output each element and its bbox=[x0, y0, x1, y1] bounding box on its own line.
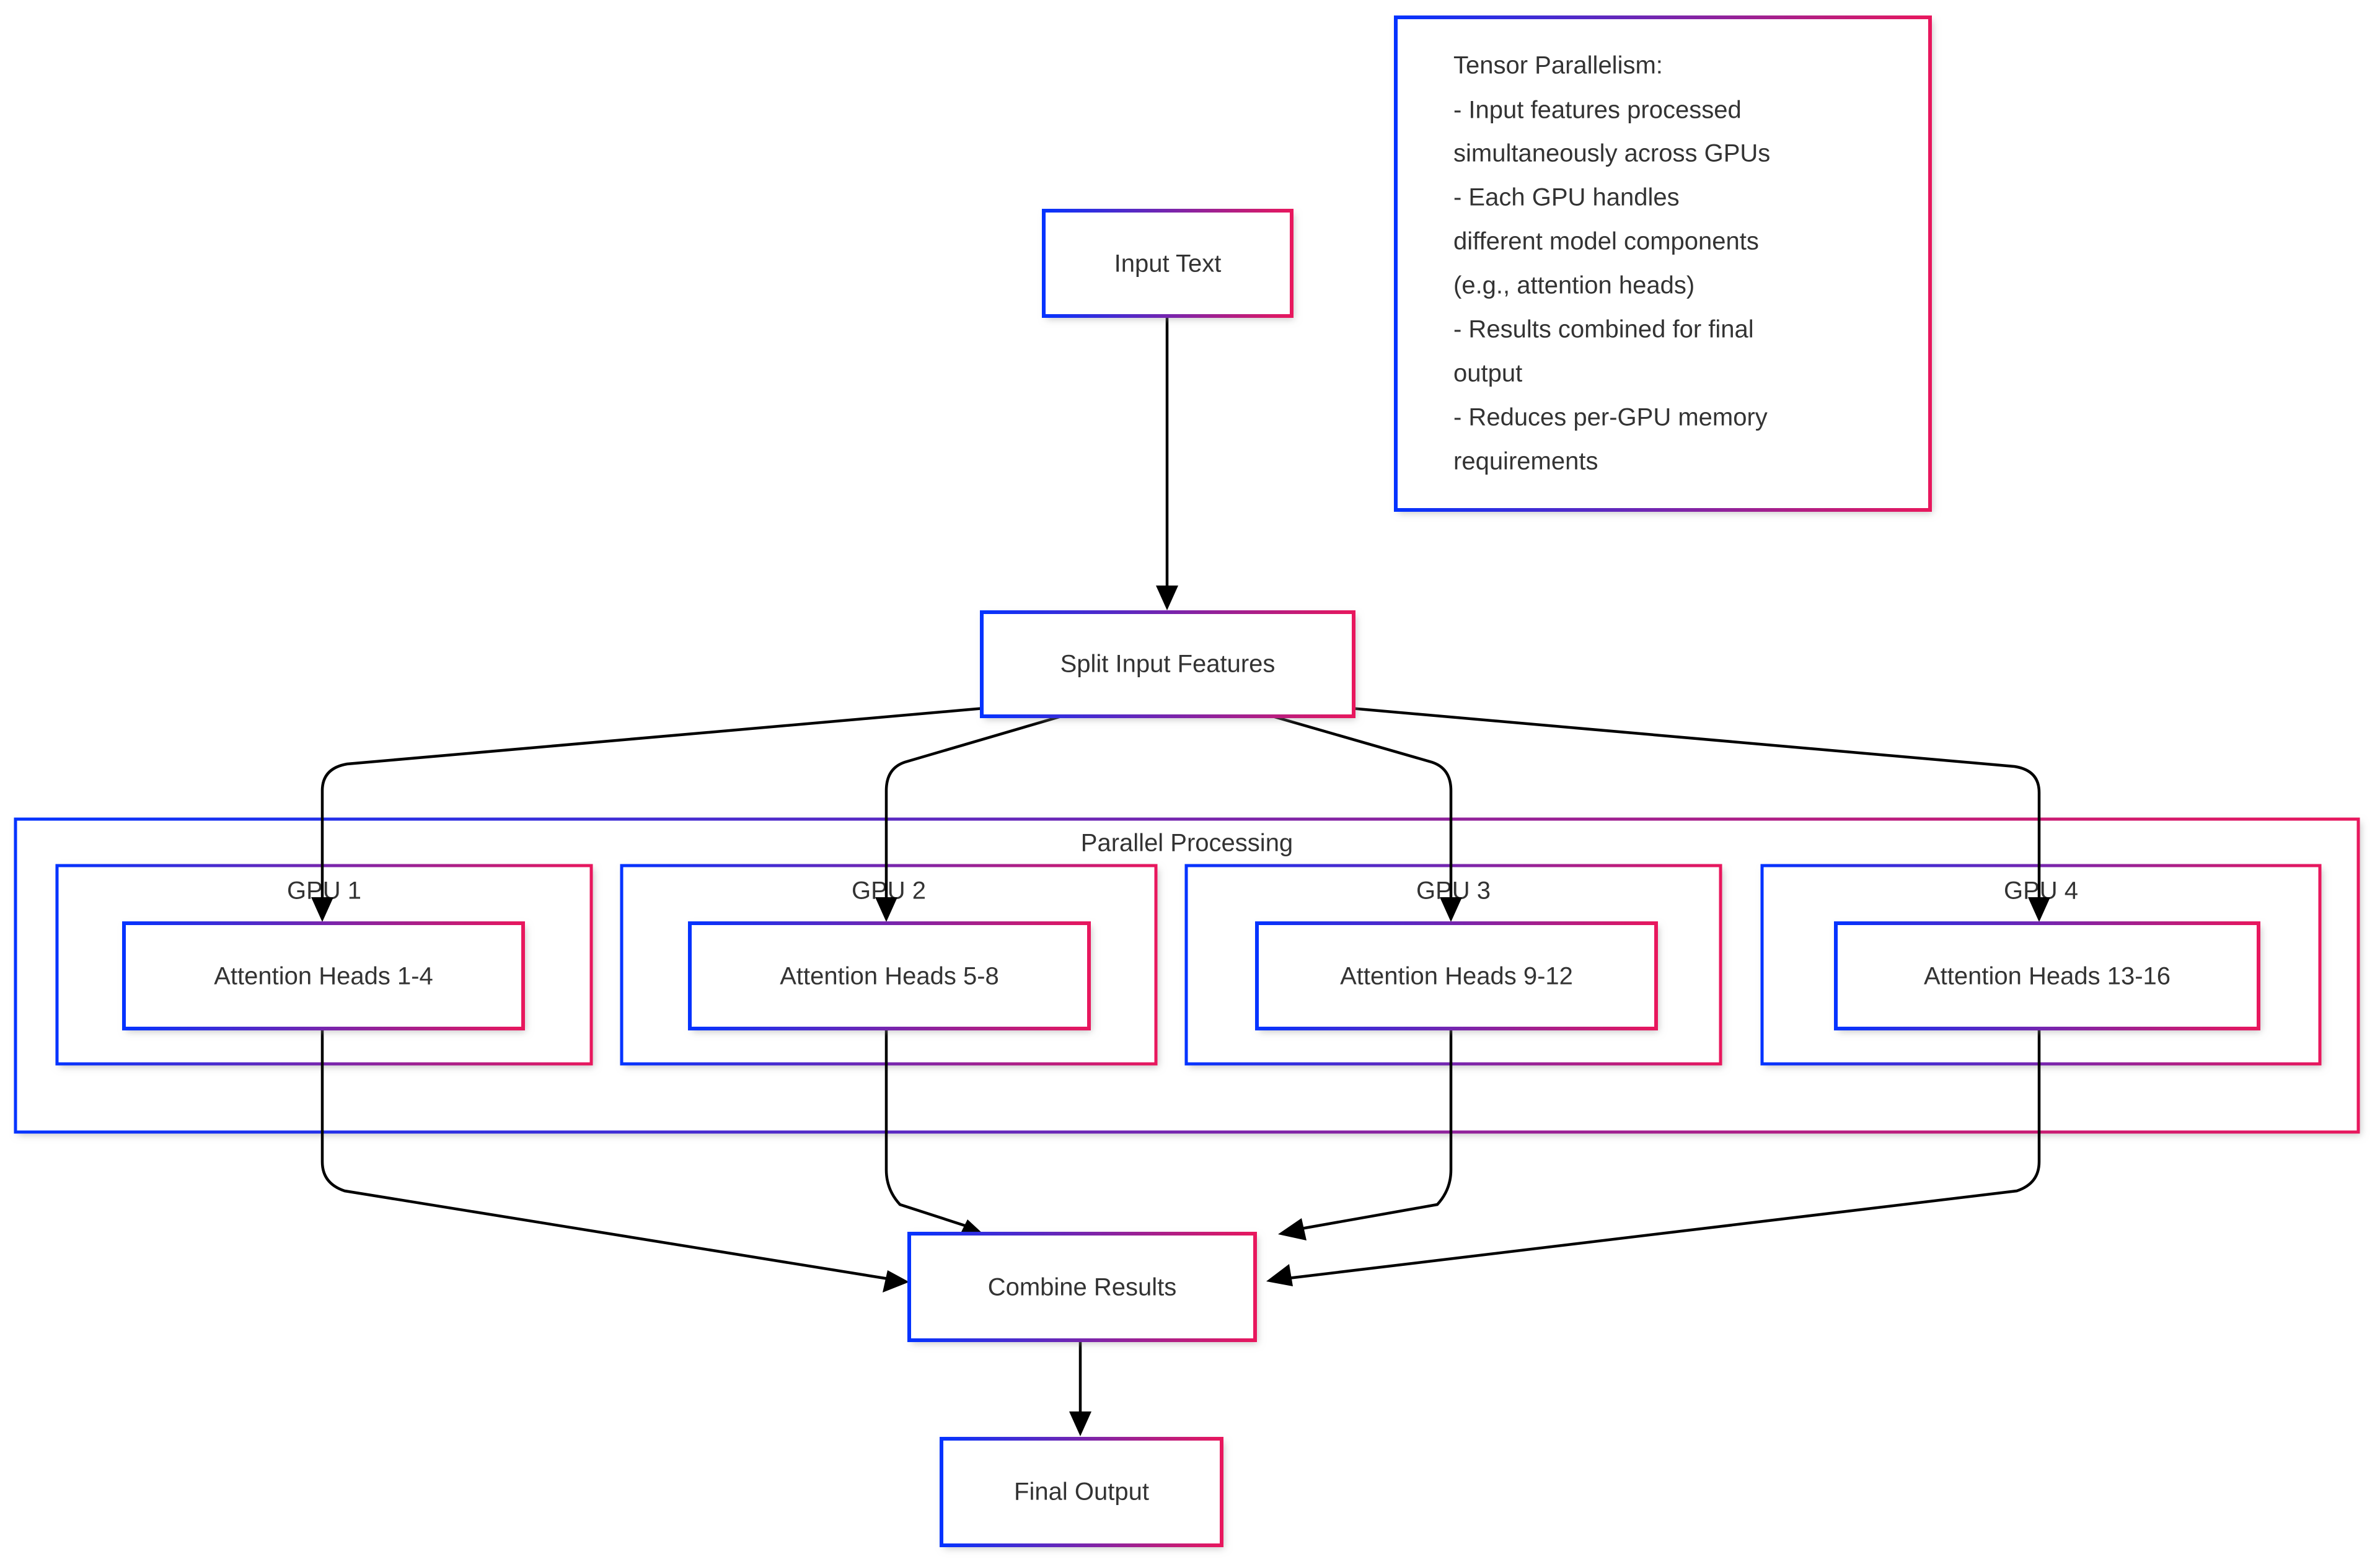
node-combine-results[interactable]: Combine Results bbox=[907, 1232, 1257, 1342]
note-tensor-parallelism-bg bbox=[1396, 17, 1930, 510]
node-split-input-features[interactable]: Split Input Features bbox=[980, 610, 1355, 718]
note-line-7: output bbox=[1453, 360, 1522, 387]
note-line-3: - Each GPU handles bbox=[1453, 184, 1680, 211]
node-attention-heads-1[interactable]: Attention Heads 1-4 bbox=[122, 921, 525, 1030]
note-line-5: (e.g., attention heads) bbox=[1453, 272, 1695, 299]
node-combine-results-label: Combine Results bbox=[988, 1274, 1177, 1301]
edge-input-to-split-arrowhead bbox=[1156, 586, 1178, 610]
note-line-1: - Input features processed bbox=[1453, 97, 1742, 124]
node-input-text-label: Input Text bbox=[1114, 250, 1222, 278]
cluster-parallel-processing-label: Parallel Processing bbox=[1081, 830, 1293, 857]
node-attention-heads-3-label: Attention Heads 9-12 bbox=[1340, 963, 1573, 990]
note-tensor-parallelism: Tensor Parallelism: - Input features pro… bbox=[1394, 15, 1932, 512]
node-attention-heads-4-label: Attention Heads 13-16 bbox=[1924, 963, 2171, 990]
node-attention-heads-3[interactable]: Attention Heads 9-12 bbox=[1255, 921, 1658, 1030]
node-attention-heads-4[interactable]: Attention Heads 13-16 bbox=[1834, 921, 2260, 1030]
edge-attention-1-to-combine-arrowhead bbox=[883, 1270, 909, 1293]
node-input-text[interactable]: Input Text bbox=[1042, 209, 1294, 318]
node-attention-heads-2[interactable]: Attention Heads 5-8 bbox=[688, 921, 1091, 1030]
node-attention-heads-2-label: Attention Heads 5-8 bbox=[780, 963, 999, 990]
note-line-6: - Results combined for final bbox=[1453, 316, 1754, 343]
edge-combine-to-final-arrowhead bbox=[1069, 1411, 1091, 1436]
node-final-output[interactable]: Final Output bbox=[940, 1437, 1223, 1547]
note-line-0: Tensor Parallelism: bbox=[1453, 52, 1663, 79]
note-line-4: different model components bbox=[1453, 228, 1759, 255]
node-final-output-label: Final Output bbox=[1014, 1478, 1149, 1506]
flowchart-canvas: Parallel Processing GPU 1 GPU 2 GPU 3 GP… bbox=[0, 0, 2380, 1567]
node-attention-heads-1-label: Attention Heads 1-4 bbox=[214, 963, 433, 990]
flowchart-svg: Parallel Processing GPU 1 GPU 2 GPU 3 GP… bbox=[14, 15, 2360, 1547]
note-line-9: requirements bbox=[1453, 448, 1598, 475]
edge-attention-4-to-combine-arrowhead bbox=[1266, 1264, 1293, 1286]
node-split-input-features-label: Split Input Features bbox=[1060, 651, 1276, 678]
edge-attention-3-to-combine-arrowhead bbox=[1278, 1218, 1307, 1240]
note-line-8: - Reduces per-GPU memory bbox=[1453, 404, 1768, 431]
note-line-2: simultaneously across GPUs bbox=[1453, 140, 1770, 167]
